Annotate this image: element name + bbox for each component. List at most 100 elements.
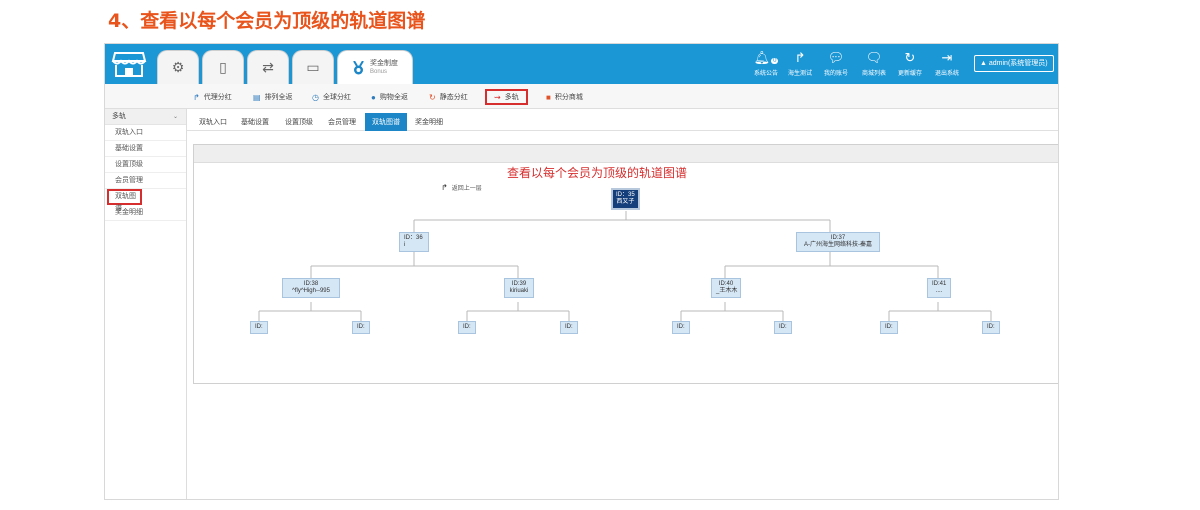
tab-transfer[interactable]: ⇄ [247,50,289,84]
nav-label: 积分商城 [554,94,583,101]
sidebar-header[interactable]: 多轨 ⌄ [105,109,186,125]
tab-dual-chart[interactable]: 双轨图谱 [365,113,407,131]
admin-label: admin(系统管理员) [988,60,1048,67]
tree-node[interactable]: ID：36 i [399,232,429,252]
module-nav: ↱ 代理分红 ▤ 排列全返 ◷ 全球分红 ● 购物全返 ↻ 静态分红 ⇝ 多轨 ■ 积分商城 [105,84,1058,109]
node-id: ID:37 [830,235,846,241]
tree-node[interactable]: ID:38 ^fly^High--995 [282,278,340,298]
nav-static-dividend[interactable]: ↻ 静态分红 [429,89,468,105]
document-icon: ▤ [253,92,261,102]
mobile-icon: ▯ [219,59,227,75]
account-label: 我的账号 [823,71,848,77]
node-name: .... [935,288,943,294]
nav-label: 代理分红 [203,94,232,101]
tab-bonus-details[interactable]: 奖金明细 [411,113,447,131]
node-name: A-广州海生网络科技-秦嘉 [804,242,872,248]
nav-label: 多轨 [504,94,519,101]
transfer-icon: ⇄ [262,59,274,75]
top-bar: ⚙ ▯ ⇄ ▭ 奖金制度 Bonus 🔔︎ 0 系统公告 ↱ 海生测试 💬︎ 我… [105,44,1058,84]
logout-button[interactable]: ⇥ 退出系统 [927,50,967,77]
tab-basic-settings[interactable]: 基础设置 [237,113,273,131]
gears-icon: ⚙ [171,59,185,75]
sidebar-item-member-management[interactable]: 会员管理 [105,173,186,189]
node-name: 西又子 [616,199,635,205]
refresh-icon: ↻ [904,50,916,65]
chat-icon: 💬︎ [827,50,845,65]
nav-global-dividend[interactable]: ◷ 全球分红 [312,89,351,105]
notice-badge: 0 [771,58,779,64]
share-icon: ↱ [794,50,806,65]
medal-icon [353,60,364,74]
nav-points-mall[interactable]: ■ 积分商城 [546,89,583,105]
tab-dual-entry[interactable]: 双轨入口 [195,113,231,131]
tree-node[interactable]: ID:40 _王木木 [711,278,741,298]
node-name: ^fly^High--995 [292,288,330,294]
monitor-icon: ▭ [306,59,320,75]
tab-bonus[interactable]: 奖金制度 Bonus [337,50,413,84]
refresh-cache-button[interactable]: ↻ 更新缓存 [890,50,930,77]
mall-list-button[interactable]: 🗨︎ 商城列表 [854,50,894,77]
tree-node-empty[interactable]: ID: [982,321,1000,334]
nav-label: 全球分红 [322,94,351,101]
chat-bubble-icon: 🗨︎ [865,50,883,65]
nav-rank-return[interactable]: ▤ 排列全返 [253,89,293,105]
node-name: _王木木 [716,288,738,294]
tab-mobile[interactable]: ▯ [202,50,244,84]
tree-node-empty[interactable]: ID: [352,321,370,334]
mall-icon: ■ [546,92,551,102]
track-icon: ⇝ [494,92,501,102]
bag-icon: ● [371,92,376,102]
nav-shopping-return[interactable]: ● 购物全返 [371,89,408,105]
node-id: ID:40 [718,281,734,287]
node-id: ID：36 [404,235,423,241]
tree-node-empty[interactable]: ID: [672,321,690,334]
node-name: i [404,242,406,248]
test-button[interactable]: ↱ 海生测试 [780,50,820,77]
node-id: ID:39 [511,281,527,287]
store-logo-icon[interactable] [111,49,147,79]
notice-label: 系统公告 [753,71,778,77]
tree-node-empty[interactable]: ID: [880,321,898,334]
account-button[interactable]: 💬︎ 我的账号 [816,50,856,77]
test-label: 海生测试 [787,71,812,77]
node-name: kiriuaki [509,288,529,294]
tree-node-root[interactable]: ID：35 西又子 [611,188,640,210]
nav-agent-dividend[interactable]: ↱ 代理分红 [193,89,232,105]
tree-node[interactable]: ID:37 A-广州海生网络科技-秦嘉 [796,232,880,252]
sidebar-item-basic-settings[interactable]: 基础设置 [105,141,186,157]
admin-account-button[interactable]: ▲ admin(系统管理员) [974,55,1054,72]
app-window: ⚙ ▯ ⇄ ▭ 奖金制度 Bonus 🔔︎ 0 系统公告 ↱ 海生测试 💬︎ 我… [104,43,1059,500]
node-id: ID:41 [932,281,947,287]
annotation-note: 查看以每个会员为顶级的轨道图谱 [507,166,688,180]
share-icon: ↱ [193,92,200,102]
user-icon: ▲ [980,60,989,67]
refresh-cache-label: 更新缓存 [897,71,922,77]
nav-label: 排列全返 [264,94,293,101]
tree-node[interactable]: ID:39 kiriuaki [504,278,534,298]
tree-node-empty[interactable]: ID: [458,321,476,334]
sidebar-item-dual-chart[interactable]: 双轨图谱 [107,189,142,212]
tab-member-management[interactable]: 会员管理 [324,113,360,131]
sidebar-item-bonus-details[interactable]: 奖金明细 [105,205,186,221]
nav-multi-track[interactable]: ⇝ 多轨 [485,89,528,105]
sub-tabs: 双轨入口 基础设置 设置顶级 会员管理 双轨图谱 奖金明细 [187,109,1058,131]
tree-node-empty[interactable]: ID: [560,321,578,334]
node-id: ID:38 [303,281,319,287]
cycle-icon: ↻ [429,92,436,102]
sidebar-item-dual-entry[interactable]: 双轨入口 [105,125,186,141]
tab-set-top[interactable]: 设置顶级 [281,113,317,131]
logout-label: 退出系统 [934,71,959,77]
tab-gears[interactable]: ⚙ [157,50,199,84]
tree-node[interactable]: ID:41 .... [927,278,951,298]
tree-node-empty[interactable]: ID: [774,321,792,334]
tab-bonus-label: 奖金制度 [370,59,398,67]
sidebar: 多轨 ⌄ 双轨入口 基础设置 设置顶级 会员管理 双轨图谱 奖金明细 [105,109,187,499]
logout-icon: ⇥ [941,50,953,65]
nav-label: 购物全返 [379,94,408,101]
clock-icon: ◷ [312,92,319,102]
tab-monitor[interactable]: ▭ [292,50,334,84]
sidebar-item-set-top[interactable]: 设置顶级 [105,157,186,173]
bell-icon: 🔔︎ 0 [753,50,779,65]
tree-node-empty[interactable]: ID: [250,321,268,334]
nav-label: 静态分红 [439,94,468,101]
